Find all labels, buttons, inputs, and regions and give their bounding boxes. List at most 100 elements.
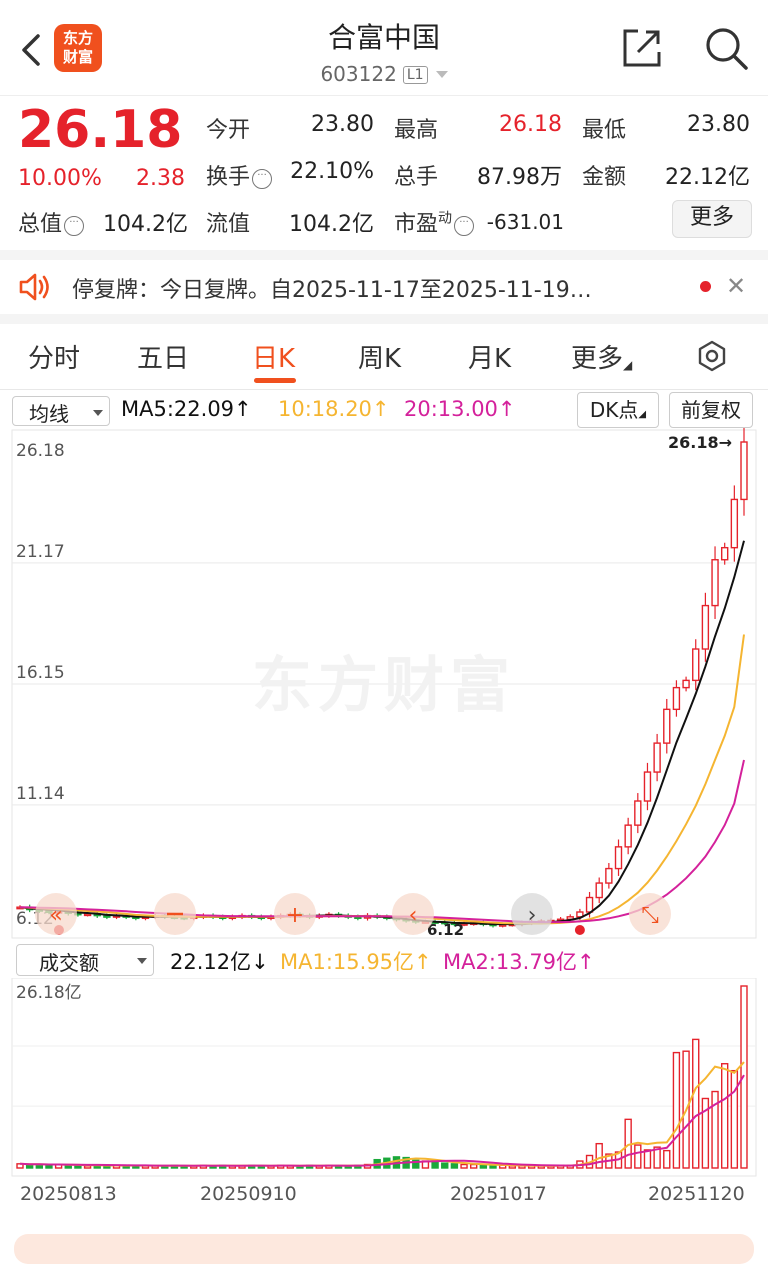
divider: [0, 314, 768, 324]
pe-label[interactable]: 市盈动 ···: [394, 206, 475, 238]
pe-value: -631.01: [486, 210, 564, 234]
candle: [692, 648, 700, 682]
prev-icon[interactable]: ‹: [392, 893, 434, 935]
stock-code: 603122: [320, 62, 397, 86]
volume-bar: [441, 1162, 449, 1169]
turnover-label[interactable]: 换手 ···: [206, 159, 273, 191]
volume-bar: [672, 1051, 681, 1169]
candle: [721, 546, 729, 561]
volume-bar: [721, 1063, 729, 1169]
volume-bar: [470, 1163, 478, 1169]
adjust-button[interactable]: 前复权: [669, 392, 753, 428]
suspension-notice[interactable]: 停复牌：今日复牌。自2025-11-17至2025-11-19…: [72, 272, 672, 304]
change-percent: 10.00%: [18, 166, 102, 191]
candle: [83, 913, 92, 917]
candle: [643, 771, 652, 802]
ma-select[interactable]: 均线: [12, 396, 110, 426]
divider: [0, 250, 768, 260]
corner-arrow-icon: ◢: [623, 358, 633, 372]
chevron-down-icon: [435, 71, 448, 78]
kline-chart[interactable]: 东方财富 26.1821.1716.1511.146.12 26.18→6.12…: [0, 428, 768, 940]
tab-intraday[interactable]: 分时: [28, 338, 80, 375]
zoom-in-icon[interactable]: +: [274, 893, 316, 935]
ma5-line: [19, 540, 745, 926]
float-cap-value: 104.2亿: [289, 212, 374, 237]
volume-max-label: 26.18亿: [16, 983, 82, 1003]
y-tick-label: 21.17: [16, 542, 65, 562]
volume-bar: [431, 1161, 439, 1169]
tab-monthly-k[interactable]: 月K: [468, 338, 511, 375]
tab-divider: [0, 389, 768, 390]
tab-more[interactable]: 更多◢: [571, 338, 632, 375]
candle: [740, 441, 748, 501]
candle: [634, 800, 642, 826]
svg-text:«: «: [49, 903, 62, 928]
volume-bar: [663, 1149, 671, 1169]
share-icon[interactable]: [620, 26, 664, 70]
candle: [701, 604, 710, 650]
speaker-icon: [19, 273, 49, 301]
fast-rewind-icon[interactable]: «: [35, 893, 77, 935]
candle: [672, 686, 681, 711]
volume-indicator-select[interactable]: 成交额: [16, 944, 154, 976]
open-label: 今开: [206, 118, 251, 143]
volume-bar: [83, 1165, 92, 1169]
more-dots-icon: ···: [252, 169, 273, 189]
expand-icon[interactable]: ⤡: [629, 893, 671, 935]
dk-point-marker: [574, 925, 585, 935]
float-cap-label: 流值: [206, 212, 251, 237]
low-label: 最低: [582, 118, 627, 143]
tab-daily-k[interactable]: 日K: [252, 338, 295, 375]
y-tick-label: 16.15: [16, 663, 65, 683]
market-cap-label[interactable]: 总值 ···: [18, 206, 85, 238]
dk-point-button[interactable]: DK点◢: [577, 392, 659, 428]
ma20-value: 20:13.00↑: [404, 397, 516, 421]
amount-label: 金额: [582, 165, 627, 190]
x-axis-date-label: 20250813: [20, 1183, 117, 1205]
y-tick-label: 26.18: [16, 441, 65, 461]
volume-bar: [692, 1038, 700, 1169]
zoom-out-icon[interactable]: [154, 893, 196, 935]
bottom-action-bar[interactable]: [14, 1234, 754, 1264]
current-price: 26.18: [18, 100, 183, 160]
svg-text:‹: ‹: [409, 903, 418, 928]
high-label: 最高: [394, 118, 439, 143]
candle: [711, 559, 719, 607]
turnover-value: 22.10%: [290, 159, 374, 184]
tab-weekly-k[interactable]: 周K: [358, 338, 401, 375]
open-value: 23.80: [311, 112, 374, 137]
amount-value: 22.12亿: [665, 165, 750, 190]
volume-label: 总手: [394, 165, 439, 190]
next-icon[interactable]: ›: [511, 893, 553, 935]
more-dots-icon: ···: [64, 216, 85, 236]
market-cap-value: 104.2亿: [103, 212, 188, 237]
ma10-value: 10:18.20↑: [278, 397, 390, 421]
change-amount: 2.38: [136, 166, 185, 191]
volume-bar: [479, 1164, 488, 1169]
volume-bar: [450, 1163, 459, 1169]
corner-arrow-icon: ◢: [638, 409, 647, 420]
candle: [605, 867, 613, 884]
candle: [663, 708, 671, 744]
x-axis-date-label: 20250910: [200, 1183, 297, 1205]
volume-chart[interactable]: 26.18亿 20250813 20250910 20251017 20251120: [0, 978, 768, 1224]
gear-icon[interactable]: [696, 340, 728, 372]
search-icon[interactable]: [702, 24, 750, 72]
low-price-label: 6.12: [427, 921, 464, 939]
unread-dot: [700, 281, 711, 292]
y-tick-label: 11.14: [16, 784, 65, 804]
tab-five-day[interactable]: 五日: [137, 338, 189, 375]
level-badge: L1: [402, 66, 428, 84]
volume-value: 87.98万: [477, 165, 562, 190]
volume-bar: [460, 1163, 468, 1169]
more-quote-button[interactable]: 更多: [672, 200, 752, 238]
last-price-label: 26.18→: [668, 433, 732, 452]
volume-ma1: MA1:15.95亿↑: [280, 950, 432, 974]
svg-text:+: +: [286, 903, 304, 928]
candle: [730, 498, 739, 549]
ma5-value: MA5:22.09↑: [121, 397, 252, 421]
close-icon[interactable]: ✕: [726, 272, 746, 300]
x-axis-date-label: 20251017: [450, 1183, 547, 1205]
candle: [682, 679, 690, 689]
candle: [653, 742, 661, 773]
